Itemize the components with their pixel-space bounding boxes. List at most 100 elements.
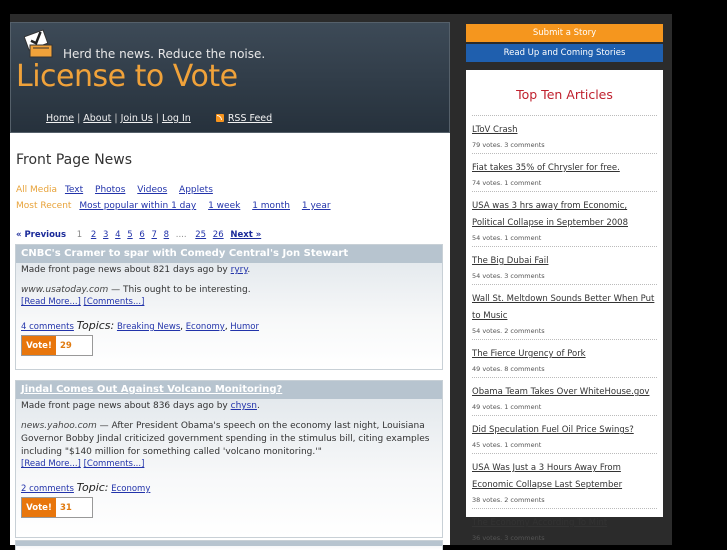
pager-page-link[interactable]: 5 bbox=[127, 230, 132, 240]
page: Herd the news. Reduce the noise. License… bbox=[0, 0, 727, 550]
top-article-stats: 74 votes. 1 comment bbox=[472, 179, 542, 187]
pager-next[interactable]: Next » bbox=[230, 230, 261, 240]
top-article-item: The Economy According To Mint 36 votes. 3… bbox=[472, 508, 657, 546]
story-author-link[interactable]: chysn bbox=[231, 401, 257, 411]
topic-link[interactable]: Economy bbox=[111, 484, 150, 494]
topic-link[interactable]: Breaking News bbox=[117, 322, 180, 332]
pager-page-link[interactable]: 6 bbox=[139, 230, 144, 240]
vote-widget: Vote! 31 bbox=[21, 497, 93, 518]
rss-feed-link[interactable]: RSS Feed bbox=[228, 113, 272, 124]
story-excerpt-text: — This ought to be interesting. bbox=[108, 285, 251, 295]
top-article-link[interactable]: Wall St. Meltdown Sounds Better When Put… bbox=[472, 291, 657, 325]
comments-link[interactable]: [Comments...] bbox=[84, 297, 145, 307]
filter-applets-link[interactable]: Applets bbox=[179, 185, 213, 195]
media-filters: All Media Text Photos Videos Applets Mos… bbox=[16, 182, 340, 214]
vote-count: 29 bbox=[56, 336, 92, 355]
story-meta: Made front page news about 821 days ago … bbox=[21, 265, 251, 275]
top-article-item: Obama Team Takes Over WhiteHouse.gov 49 v… bbox=[472, 377, 657, 415]
story-topics: 2 comments Topic: Economy bbox=[16, 469, 442, 494]
topic-link[interactable]: Humor bbox=[230, 322, 259, 332]
filter-videos-link[interactable]: Videos bbox=[137, 185, 167, 195]
top-article-link[interactable]: The Economy According To Mint bbox=[472, 515, 657, 532]
page-title: Front Page News bbox=[16, 152, 133, 168]
filter-1week-link[interactable]: 1 week bbox=[208, 201, 240, 211]
pager-page-link[interactable]: 3 bbox=[103, 230, 108, 240]
pager-page-link[interactable]: 8 bbox=[164, 230, 169, 240]
nav-home-link[interactable]: Home bbox=[46, 113, 74, 124]
filter-photos-link[interactable]: Photos bbox=[95, 185, 125, 195]
top-article-link[interactable]: Did Speculation Fuel Oil Price Swings? bbox=[472, 422, 657, 439]
submit-story-button[interactable]: Submit a Story bbox=[466, 24, 663, 42]
story-excerpt: news.yahoo.com — After President Obama's… bbox=[16, 411, 442, 459]
top-article-stats: 54 votes. 3 comments bbox=[472, 272, 545, 280]
filter-text-link[interactable]: Text bbox=[65, 185, 83, 195]
top-article-link[interactable]: The Big Dubai Fail bbox=[472, 253, 657, 270]
story-source: news.yahoo.com bbox=[21, 421, 97, 431]
top-article-link[interactable]: LToV Crash bbox=[472, 122, 657, 139]
site-header: Herd the news. Reduce the noise. License… bbox=[10, 22, 450, 133]
top-article-stats: 36 votes. 3 comments bbox=[472, 534, 545, 542]
story-title: CNBC's Cramer to spar with Comedy Centra… bbox=[16, 245, 442, 263]
pager-page-link[interactable]: 4 bbox=[115, 230, 120, 240]
pager-current-page: 1 bbox=[76, 230, 83, 240]
top-articles-title: Top Ten Articles bbox=[516, 87, 613, 102]
topics-label: Topic: bbox=[76, 481, 109, 494]
vote-widget: Vote! 29 bbox=[21, 335, 93, 356]
main-nav: Home | About | Join Us | Log In RSS Feed bbox=[46, 113, 273, 124]
top-article-link[interactable]: USA Was Just a 3 Hours Away From Economi… bbox=[472, 460, 657, 494]
site-brand[interactable]: License to Vote bbox=[16, 59, 238, 94]
story-item: CNBC's Cramer to spar with Comedy Centra… bbox=[15, 244, 443, 370]
topics-label: Topics: bbox=[76, 319, 115, 332]
top-article-link[interactable]: Fiat takes 35% of Chrysler for free. bbox=[472, 160, 657, 177]
comment-count-link[interactable]: 2 comments bbox=[21, 484, 74, 494]
read-more-link[interactable]: [Read More...] bbox=[21, 459, 81, 469]
story-title-link[interactable]: Jindal Comes Out Against Volcano Monitor… bbox=[21, 384, 282, 395]
story-title bbox=[16, 541, 442, 546]
pager-page-link[interactable]: 26 bbox=[213, 230, 224, 240]
top-article-stats: 38 votes. 2 comments bbox=[472, 496, 545, 504]
top-article-link[interactable]: The Fierce Urgency of Pork bbox=[472, 346, 657, 363]
pager-ellipsis: .... bbox=[175, 230, 187, 240]
top-articles-panel: Top Ten Articles LToV Crash 79 votes. 3 c… bbox=[466, 70, 663, 542]
vote-button[interactable]: Vote! bbox=[22, 336, 56, 355]
pager-page-link[interactable]: 7 bbox=[152, 230, 157, 240]
topic-link[interactable]: Economy bbox=[186, 322, 225, 332]
read-more-link[interactable]: [Read More...] bbox=[21, 297, 81, 307]
nav-login-link[interactable]: Log In bbox=[162, 113, 191, 124]
top-article-link[interactable]: USA was 3 hrs away from Economic, Politi… bbox=[472, 198, 657, 232]
ballot-box-logo-icon[interactable] bbox=[23, 27, 54, 58]
top-article-stats: 54 votes. 2 comments bbox=[472, 327, 545, 335]
top-article-item: The Fierce Urgency of Pork 49 votes. 8 co… bbox=[472, 339, 657, 377]
story-author-link[interactable]: ryry bbox=[231, 265, 248, 275]
pagination: « Previous 1 2 3 4 5 6 7 8 .... 25 26 Ne… bbox=[16, 230, 261, 240]
time-filter-current: Most Recent bbox=[16, 201, 72, 211]
story-meta-text: Made front page news about 821 days ago … bbox=[21, 265, 228, 275]
top-article-item: Wall St. Meltdown Sounds Better When Put… bbox=[472, 284, 657, 339]
story-excerpt: www.usatoday.com — This ought to be inte… bbox=[16, 275, 442, 297]
main-content: Front Page News All Media Text Photos Vi… bbox=[10, 133, 450, 550]
nav-join-link[interactable]: Join Us bbox=[121, 113, 153, 124]
top-article-item: Did Speculation Fuel Oil Price Swings? 45… bbox=[472, 415, 657, 453]
top-article-link[interactable]: Obama Team Takes Over WhiteHouse.gov bbox=[472, 384, 657, 401]
top-article-item: Fiat takes 35% of Chrysler for free. 74 v… bbox=[472, 153, 657, 191]
comment-count-link[interactable]: 4 comments bbox=[21, 322, 74, 332]
filter-1day-link[interactable]: Most popular within 1 day bbox=[79, 201, 196, 211]
upcoming-stories-button[interactable]: Read Up and Coming Stories bbox=[466, 44, 663, 62]
top-article-item: USA was 3 hrs away from Economic, Politi… bbox=[472, 191, 657, 246]
pager-page-link[interactable]: 2 bbox=[91, 230, 96, 240]
rss-icon[interactable] bbox=[215, 114, 224, 122]
pager-previous[interactable]: « Previous bbox=[16, 230, 66, 240]
pager-page-link[interactable]: 25 bbox=[195, 230, 206, 240]
filter-1year-link[interactable]: 1 year bbox=[302, 201, 331, 211]
top-article-item: LToV Crash 79 votes. 3 comments bbox=[472, 115, 657, 153]
comments-link[interactable]: [Comments...] bbox=[84, 459, 145, 469]
story-links: [Read More...] [Comments...] bbox=[16, 459, 442, 469]
vote-button[interactable]: Vote! bbox=[22, 498, 56, 517]
top-article-stats: 54 votes. 1 comment bbox=[472, 234, 542, 242]
nav-about-link[interactable]: About bbox=[83, 113, 111, 124]
filter-1month-link[interactable]: 1 month bbox=[252, 201, 290, 211]
story-item: Jindal Comes Out Against Volcano Monitor… bbox=[15, 380, 443, 538]
story-title-link[interactable]: CNBC's Cramer to spar with Comedy Centra… bbox=[21, 248, 348, 259]
story-title: Jindal Comes Out Against Volcano Monitor… bbox=[16, 381, 442, 399]
story-meta-text: Made front page news about 836 days ago … bbox=[21, 401, 228, 411]
